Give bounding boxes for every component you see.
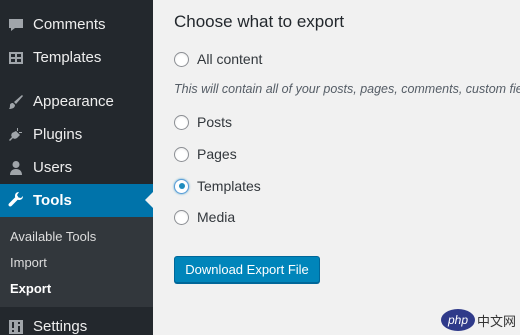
radio-button[interactable] bbox=[174, 51, 189, 67]
menu-item-plugins[interactable]: Plugins bbox=[0, 118, 153, 151]
menu-item-settings[interactable]: Settings bbox=[0, 310, 153, 335]
radio-label: Templates bbox=[197, 178, 261, 194]
radio-templates[interactable]: Templates bbox=[174, 177, 261, 195]
menu-item-appearance[interactable]: Appearance bbox=[0, 85, 153, 118]
appearance-icon bbox=[7, 93, 25, 111]
comments-icon bbox=[7, 16, 25, 34]
menu-item-label: Settings bbox=[33, 318, 88, 335]
export-panel: Choose what to export All content This w… bbox=[153, 0, 520, 335]
radio-label: All content bbox=[197, 51, 263, 67]
menu-item-label: Plugins bbox=[33, 126, 83, 143]
watermark-text: 中文网 bbox=[476, 313, 516, 329]
plugins-icon bbox=[7, 126, 25, 144]
radio-label: Media bbox=[197, 209, 236, 225]
admin-sidebar: Comments Templates Appearance Plugins Us… bbox=[0, 0, 153, 335]
menu-item-tools[interactable]: Tools bbox=[0, 184, 153, 217]
menu-item-users[interactable]: Users bbox=[0, 151, 153, 184]
submenu-item-available-tools[interactable]: Available Tools bbox=[10, 229, 96, 244]
menu-item-label: Appearance bbox=[33, 93, 114, 110]
submenu-item-import[interactable]: Import bbox=[10, 255, 47, 270]
tools-submenu: Available Tools Import Export bbox=[0, 217, 153, 307]
menu-item-templates[interactable]: Templates bbox=[0, 41, 153, 74]
php-logo: php bbox=[440, 309, 475, 331]
radio-pages[interactable]: Pages bbox=[174, 145, 237, 163]
download-export-file-button[interactable]: Download Export File bbox=[174, 256, 320, 283]
all-content-description: This will contain all of your posts, pag… bbox=[174, 82, 520, 96]
menu-item-label: Users bbox=[33, 159, 73, 176]
current-menu-arrow bbox=[145, 192, 153, 208]
templates-icon bbox=[7, 49, 25, 67]
menu-item-label: Templates bbox=[33, 49, 102, 66]
radio-button[interactable] bbox=[174, 114, 189, 130]
radio-button[interactable] bbox=[174, 146, 189, 162]
radio-button-checked[interactable] bbox=[174, 178, 189, 194]
radio-media[interactable]: Media bbox=[174, 208, 235, 226]
radio-label: Pages bbox=[197, 146, 237, 162]
radio-all-content[interactable]: All content bbox=[174, 50, 262, 68]
radio-posts[interactable]: Posts bbox=[174, 113, 232, 131]
site-watermark: php 中文网 bbox=[440, 309, 516, 331]
radio-button[interactable] bbox=[174, 209, 189, 225]
page-heading: Choose what to export bbox=[174, 12, 345, 31]
tools-icon bbox=[7, 191, 25, 210]
menu-item-label: Comments bbox=[33, 16, 106, 33]
menu-item-comments[interactable]: Comments bbox=[0, 8, 153, 41]
submenu-item-export[interactable]: Export bbox=[10, 281, 51, 296]
settings-icon bbox=[7, 318, 25, 335]
menu-item-label: Tools bbox=[33, 192, 72, 209]
users-icon bbox=[7, 159, 25, 177]
radio-label: Posts bbox=[197, 114, 233, 130]
